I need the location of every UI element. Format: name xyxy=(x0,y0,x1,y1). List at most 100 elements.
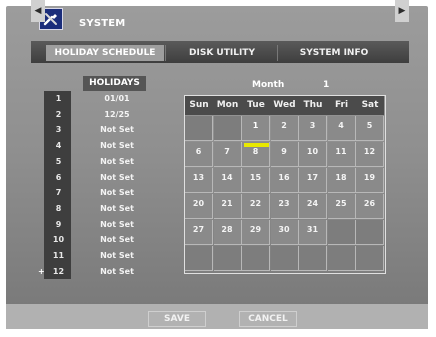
holidays-header: HOLIDAYS xyxy=(83,76,146,91)
calendar-day-cell[interactable]: 27 xyxy=(185,220,213,245)
calendar-day-cell[interactable]: 11 xyxy=(327,142,356,167)
calendar-day-cell[interactable]: 13 xyxy=(185,168,213,193)
day-number: 20 xyxy=(192,199,205,208)
day-name: Thu xyxy=(303,100,323,110)
day-number: 19 xyxy=(363,173,376,182)
day-number: 24 xyxy=(306,199,319,208)
calendar-day-cell[interactable]: 3 xyxy=(299,116,327,141)
day-number: 5 xyxy=(366,121,373,130)
button-bar xyxy=(6,304,428,329)
cancel-button[interactable]: CANCEL xyxy=(239,311,297,327)
day-number: 25 xyxy=(335,199,347,208)
calendar-day-cell[interactable]: 7 xyxy=(213,142,242,167)
holiday-row[interactable]: 7 Not Set xyxy=(44,185,156,200)
tab-left-arrow-icon[interactable]: ◀ xyxy=(31,0,45,22)
day-name: Sun xyxy=(189,100,209,110)
day-number: 3 xyxy=(309,121,316,130)
holiday-row[interactable]: 1 01/01 xyxy=(44,91,156,106)
holiday-date: 01/01 xyxy=(104,94,130,103)
calendar-day-cell[interactable]: 18 xyxy=(327,168,356,193)
day-name: Sat xyxy=(361,100,379,110)
holiday-row[interactable]: 2 12/25 xyxy=(44,107,156,122)
holiday-row[interactable]: 3 Not Set xyxy=(44,122,156,137)
day-number: 17 xyxy=(306,173,319,182)
calendar-day-cell[interactable]: 14 xyxy=(213,168,242,193)
calendar-day-cell[interactable]: 24 xyxy=(299,194,327,219)
save-button[interactable]: SAVE xyxy=(148,311,206,327)
tab-right-arrow-icon[interactable]: ▶ xyxy=(395,0,409,22)
holiday-date: Not Set xyxy=(100,235,134,245)
calendar-day-cell[interactable]: 25 xyxy=(327,194,356,219)
calendar-day-cell[interactable]: 22 xyxy=(242,194,270,219)
window-title: SYSTEM xyxy=(79,18,126,29)
holiday-row[interactable]: +12 Not Set xyxy=(38,264,156,279)
calendar-day-cell[interactable]: 19 xyxy=(356,168,384,193)
tab-system-info[interactable]: SYSTEM INFO xyxy=(279,45,389,61)
calendar-empty-cell xyxy=(185,116,213,141)
month-label: Month xyxy=(252,80,285,90)
tab-holiday-schedule[interactable]: HOLIDAY SCHEDULE xyxy=(46,45,164,61)
day-number: 1 xyxy=(252,121,259,130)
calendar-day-cell[interactable]: 23 xyxy=(270,194,299,219)
calendar-day-cell[interactable]: 4 xyxy=(327,116,356,141)
day-name: Mon xyxy=(216,100,239,110)
holiday-date: Not Set xyxy=(100,266,134,276)
holiday-date: Not Set xyxy=(100,219,134,229)
day-number: 13 xyxy=(192,173,205,182)
day-number: 21 xyxy=(221,199,233,208)
holiday-number: 7 xyxy=(55,188,62,198)
month-value[interactable]: 1 xyxy=(323,80,329,90)
calendar-day-cell[interactable]: 15 xyxy=(242,168,270,193)
calendar-empty-cell xyxy=(327,246,356,271)
calendar-empty-cell xyxy=(242,246,270,271)
calendar-day-cell[interactable]: 29 xyxy=(242,220,270,245)
tab-separator xyxy=(277,45,278,61)
day-number: 12 xyxy=(363,147,376,156)
calendar-day-cell[interactable]: 5 xyxy=(356,116,384,141)
holiday-date: Not Set xyxy=(100,141,134,151)
selected-day-indicator xyxy=(244,143,269,147)
day-number: 29 xyxy=(249,225,262,234)
calendar-day-cell[interactable]: 21 xyxy=(213,194,242,219)
calendar-day-cell[interactable]: 17 xyxy=(299,168,327,193)
calendar-day-cell[interactable]: 16 xyxy=(270,168,299,193)
holiday-number: 2 xyxy=(55,109,62,119)
calendar-day-cell[interactable]: 20 xyxy=(185,194,213,219)
day-number: 23 xyxy=(278,199,290,208)
holiday-row[interactable]: 6 Not Set xyxy=(44,170,156,185)
day-number: 15 xyxy=(249,173,262,182)
day-number: 11 xyxy=(335,147,347,156)
holiday-date: Not Set xyxy=(100,172,134,182)
holiday-row[interactable]: 11 Not Set xyxy=(44,248,156,263)
calendar-day-cell[interactable]: 2 xyxy=(270,116,299,141)
calendar-day-cell[interactable]: 28 xyxy=(213,220,242,245)
holiday-number: 12 xyxy=(52,266,65,276)
holiday-row[interactable]: 9 Not Set xyxy=(44,217,156,232)
calendar-day-cell[interactable]: 26 xyxy=(356,194,384,219)
day-number: 28 xyxy=(221,225,233,234)
calendar-empty-cell xyxy=(213,116,242,141)
calendar-day-cell[interactable]: 31 xyxy=(299,220,327,245)
tab-disk-utility[interactable]: DISK UTILITY xyxy=(168,45,276,61)
day-number: 30 xyxy=(278,225,290,234)
holiday-date: Not Set xyxy=(100,156,134,166)
calendar-day-cell[interactable]: 12 xyxy=(356,142,384,167)
calendar-day-cell[interactable]: 1 xyxy=(242,116,270,141)
calendar-empty-cell xyxy=(213,246,242,271)
day-number: 31 xyxy=(306,225,319,234)
day-name: Wed xyxy=(273,100,296,110)
calendar-day-cell[interactable]: 30 xyxy=(270,220,299,245)
calendar-day-cell[interactable]: 10 xyxy=(299,142,327,167)
day-number: 4 xyxy=(338,121,344,130)
calendar-day-cell[interactable]: 6 xyxy=(185,142,213,167)
holiday-row[interactable]: 4 Not Set xyxy=(44,138,156,153)
holiday-row[interactable]: 8 Not Set xyxy=(44,201,156,216)
calendar-empty-cell xyxy=(356,246,384,271)
calendar-empty-cell xyxy=(270,246,299,271)
tab-separator xyxy=(165,45,166,61)
holiday-row[interactable]: 10 Not Set xyxy=(44,232,156,247)
holiday-row[interactable]: 5 Not Set xyxy=(44,154,156,169)
calendar-day-cell[interactable]: 9 xyxy=(270,142,299,167)
holiday-number: 1 xyxy=(55,94,62,103)
holiday-date: Not Set xyxy=(100,188,134,198)
